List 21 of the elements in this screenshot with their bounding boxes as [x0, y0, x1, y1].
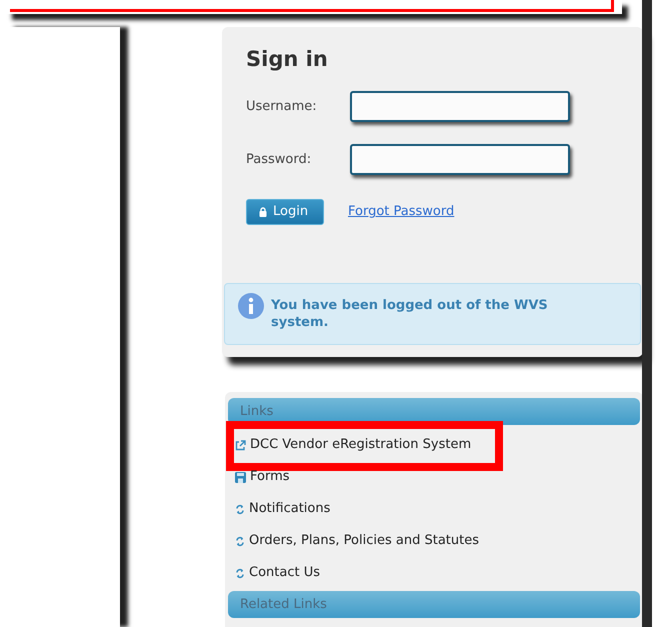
info-icon — [237, 292, 265, 320]
panel-title: Sign in — [246, 46, 329, 73]
link-item[interactable]: Contact Us — [235, 563, 320, 583]
login-button[interactable]: Login — [246, 199, 324, 225]
padlock-icon — [259, 207, 267, 217]
forgot-password-link[interactable]: Forgot Password — [348, 202, 454, 222]
header-title: Related Links — [240, 596, 327, 614]
field-label: Username: — [246, 98, 318, 116]
header-title: Links — [240, 402, 274, 421]
link-item[interactable]: Forms — [235, 467, 290, 487]
link-item[interactable]: Orders, Plans, Policies and Statutes — [235, 531, 480, 551]
link-item[interactable]: DCC Vendor eRegistration System — [235, 435, 472, 455]
external-link-icon — [235, 440, 246, 450]
link-item[interactable]: Notifications — [235, 499, 330, 519]
refresh-arrows-icon — [235, 536, 245, 546]
refresh-arrows-icon — [235, 568, 245, 578]
input-field[interactable] — [350, 91, 570, 122]
refresh-arrows-icon — [235, 504, 245, 514]
input-field[interactable] — [350, 144, 570, 175]
field-label: Password: — [246, 150, 312, 169]
logout-message: You have been logged out of the WVS system. — [271, 297, 549, 331]
